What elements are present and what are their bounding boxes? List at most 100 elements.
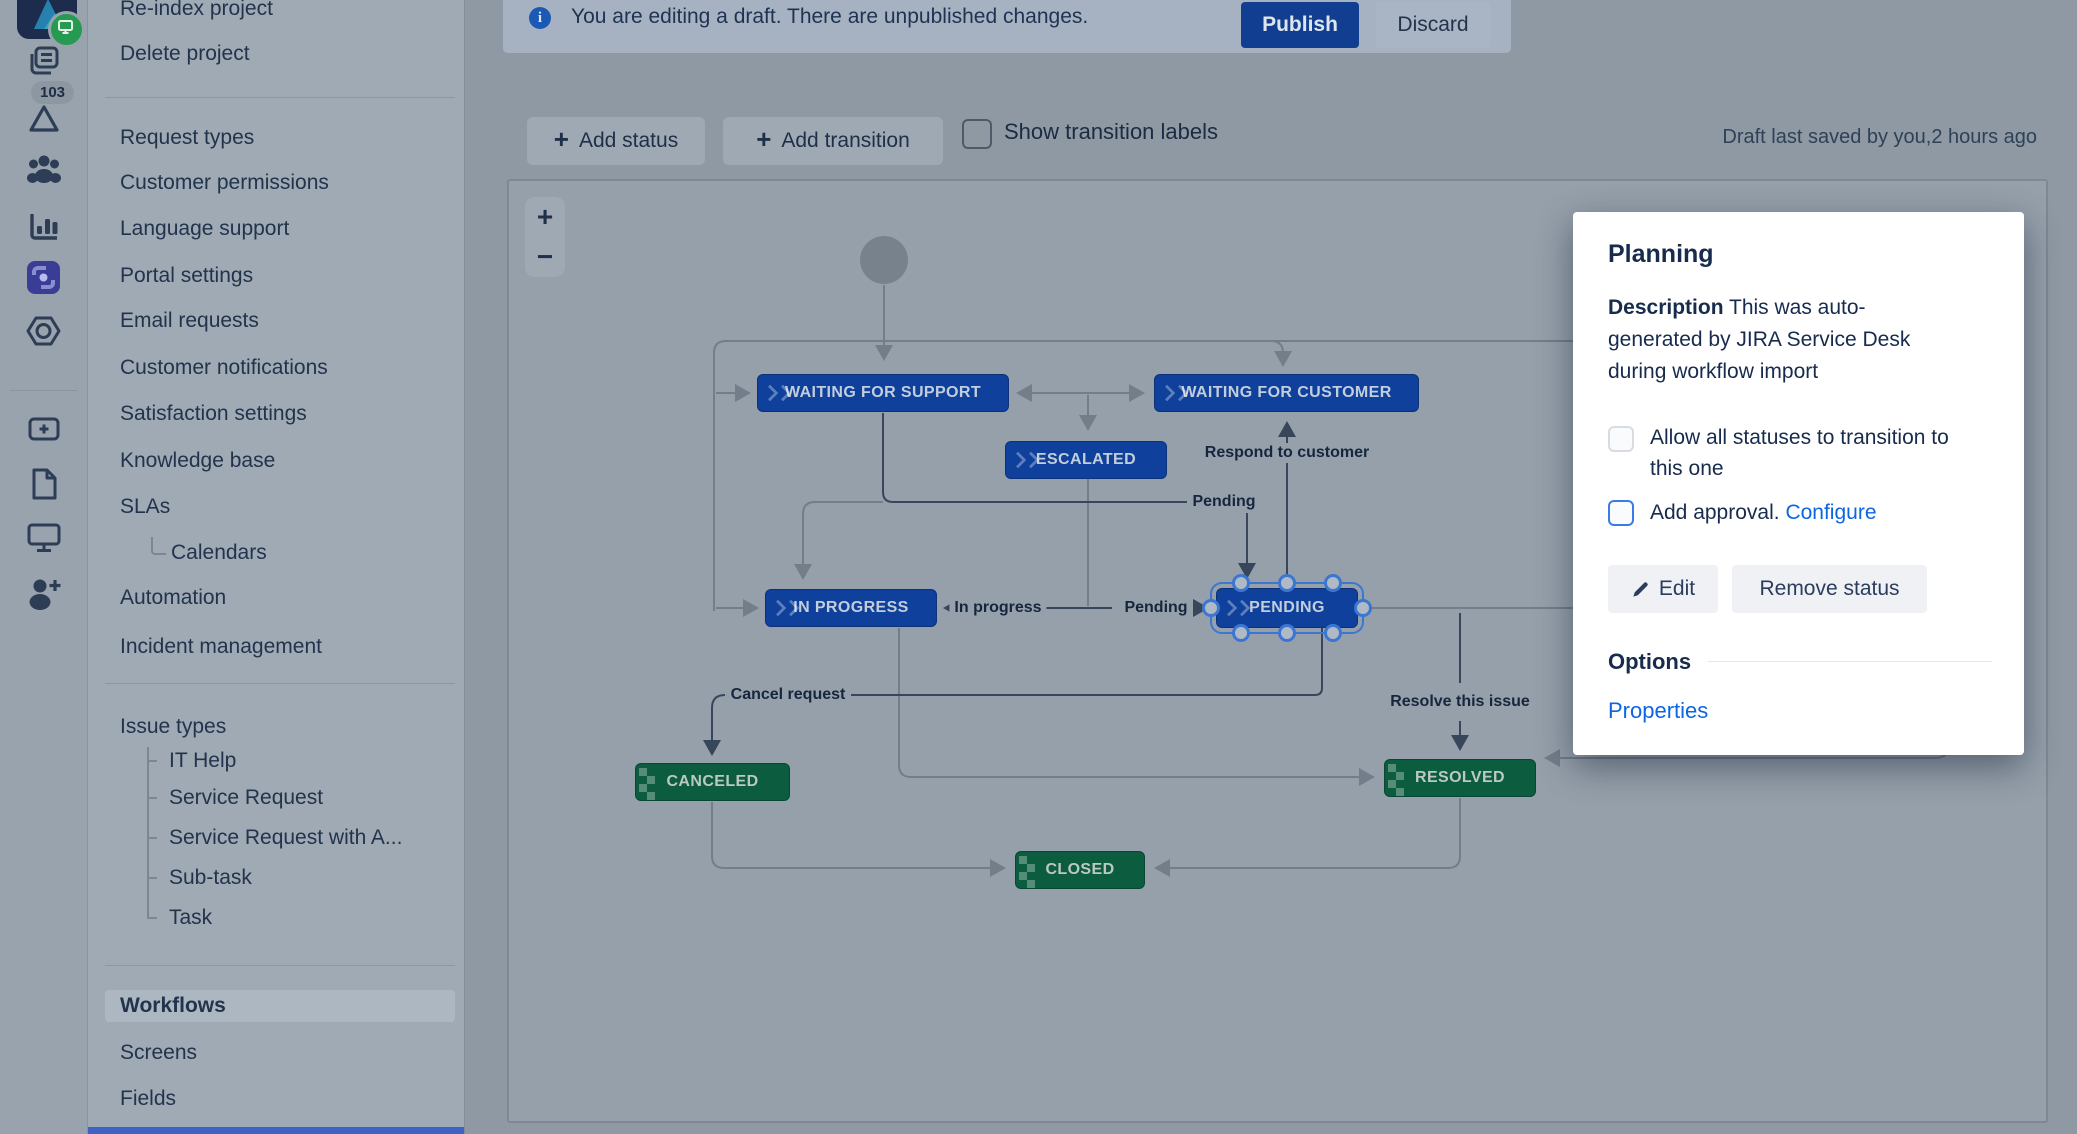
pencil-icon xyxy=(1633,581,1648,597)
status-label: RESOLVED xyxy=(1414,769,1506,786)
sidebar-item-customer-notifications[interactable]: Customer notifications xyxy=(105,352,455,384)
sidebar-item-issue-types[interactable]: Issue types xyxy=(105,711,455,743)
add-status-button[interactable]: + Add status xyxy=(527,117,705,165)
status-label: WAITING FOR SUPPORT xyxy=(784,384,982,401)
discard-button[interactable]: Discard xyxy=(1376,2,1490,48)
sidebar-item-incident-management[interactable]: Incident management xyxy=(105,631,455,663)
allow-all-statuses-checkbox[interactable] xyxy=(1608,426,1634,452)
chevron-decoration xyxy=(769,599,800,617)
draft-banner: i You are editing a draft. There are unp… xyxy=(503,0,1511,53)
sidebar-item-calendars[interactable]: Calendars xyxy=(105,537,455,569)
zoom-controls: + − xyxy=(525,197,565,277)
monitor-icon[interactable] xyxy=(0,521,87,555)
status-label: CANCELED xyxy=(666,773,759,790)
status-label: ESCALATED xyxy=(1035,451,1137,468)
options-heading: Options xyxy=(1608,649,1692,674)
status-in-progress[interactable]: IN PROGRESS xyxy=(765,589,937,627)
sidebar-item-slas[interactable]: SLAs xyxy=(105,491,455,523)
status-label: CLOSED xyxy=(1045,861,1115,878)
alerts-triangle-icon[interactable] xyxy=(0,100,87,138)
sidebar-item-fields[interactable]: Fields xyxy=(105,1083,455,1115)
reports-icon[interactable] xyxy=(0,209,87,243)
sidebar-item-knowledge-base[interactable]: Knowledge base xyxy=(105,445,455,477)
sidebar-item-language-support[interactable]: Language support xyxy=(105,213,455,245)
publish-button[interactable]: Publish xyxy=(1241,2,1359,48)
sidebar-item-task[interactable]: Task xyxy=(105,902,455,934)
resize-handle[interactable] xyxy=(1278,624,1296,642)
transition-label-respond-to-customer: Respond to customer xyxy=(1199,443,1375,463)
status-pending[interactable]: PENDING xyxy=(1202,574,1372,642)
resize-handle[interactable] xyxy=(1324,574,1342,592)
alert-count-badge: 103 xyxy=(31,81,74,104)
sidebar-item-service-request[interactable]: Service Request xyxy=(105,782,455,814)
issue-types-tree-line xyxy=(147,747,149,919)
status-details-panel: Planning Description This was auto-gener… xyxy=(1573,212,2024,755)
resize-handle[interactable] xyxy=(1232,624,1250,642)
add-transition-button[interactable]: + Add transition xyxy=(723,117,943,165)
sidebar-item-request-types[interactable]: Request types xyxy=(105,122,455,154)
rail-divider xyxy=(10,390,77,391)
resize-handle[interactable] xyxy=(1202,599,1220,617)
draft-banner-message: You are editing a draft. There are unpub… xyxy=(571,5,1089,28)
sidebar-item-delete-project[interactable]: Delete project xyxy=(105,38,455,70)
sidebar-item-automation[interactable]: Automation xyxy=(105,582,455,614)
configure-link[interactable]: Configure xyxy=(1785,501,1876,524)
plus-icon: + xyxy=(553,124,569,154)
status-closed[interactable]: CLOSED xyxy=(1015,851,1145,889)
document-icon[interactable] xyxy=(0,467,87,501)
add-approval-checkbox[interactable] xyxy=(1608,500,1634,526)
status-label: IN PROGRESS xyxy=(793,599,909,616)
sidebar-item-portal-settings[interactable]: Portal settings xyxy=(105,260,455,292)
checker-decoration xyxy=(1019,856,1027,864)
transition-label-cancel-request: Cancel request xyxy=(725,685,851,705)
sidebar-item-screens[interactable]: Screens xyxy=(105,1037,455,1069)
sidebar-item-service-request-with-a[interactable]: Service Request with A... xyxy=(105,822,455,854)
resize-handle[interactable] xyxy=(1278,574,1296,592)
sidebar-item-customer-permissions[interactable]: Customer permissions xyxy=(105,167,455,199)
status-label: PENDING xyxy=(1249,599,1325,616)
transition-label-pending: Pending xyxy=(1187,492,1261,512)
properties-link[interactable]: Properties xyxy=(1608,698,1708,724)
status-escalated[interactable]: ESCALATED xyxy=(1005,441,1167,479)
resize-handle[interactable] xyxy=(1354,599,1372,617)
status-waiting-for-customer[interactable]: WAITING FOR CUSTOMER xyxy=(1154,374,1419,412)
sidebar-item-sub-task[interactable]: Sub-task xyxy=(105,862,455,894)
card-add-icon[interactable] xyxy=(0,413,87,445)
remove-status-button[interactable]: Remove status xyxy=(1732,565,1927,613)
sidebar-item-email-requests[interactable]: Email requests xyxy=(105,305,455,337)
edit-status-button[interactable]: Edit xyxy=(1608,565,1718,613)
app-tile-icon[interactable] xyxy=(0,260,87,295)
project-avatar[interactable] xyxy=(17,0,85,48)
workflow-start-node[interactable] xyxy=(860,236,908,284)
checker-decoration xyxy=(1388,764,1396,772)
status-canceled[interactable]: CANCELED xyxy=(635,763,790,801)
transition-label-resolve-this-issue: Resolve this issue xyxy=(1385,692,1535,712)
sidebar-item-satisfaction-settings[interactable]: Satisfaction settings xyxy=(105,398,455,430)
panel-title: Planning xyxy=(1608,240,1714,268)
sidebar-item-workflows[interactable]: Workflows xyxy=(105,990,455,1022)
status-waiting-for-support[interactable]: WAITING FOR SUPPORT xyxy=(757,374,1009,412)
show-transition-labels-label[interactable]: Show transition labels xyxy=(1004,119,1218,145)
project-settings-sidebar: Re-index project Delete project Request ty… xyxy=(88,0,465,1134)
status-resolved[interactable]: RESOLVED xyxy=(1384,759,1536,797)
invite-person-icon[interactable] xyxy=(0,575,87,611)
description-label: Description xyxy=(1608,296,1724,319)
chevron-decoration xyxy=(1158,384,1189,402)
sidebar-item-it-help[interactable]: IT Help xyxy=(105,745,455,777)
resize-handle[interactable] xyxy=(1324,624,1342,642)
zoom-out-button[interactable]: − xyxy=(537,243,553,271)
sidebar-item-re-index-project[interactable]: Re-index project xyxy=(105,0,455,25)
status-label: WAITING FOR CUSTOMER xyxy=(1181,384,1392,401)
zoom-in-button[interactable]: + xyxy=(537,203,553,231)
sidebar-bottom-accent xyxy=(88,1127,464,1134)
queues-icon[interactable] xyxy=(0,44,87,78)
show-transition-labels-checkbox[interactable] xyxy=(962,119,992,149)
sidebar-divider xyxy=(105,683,455,684)
status-description: Description This was auto-generated by J… xyxy=(1608,296,1911,383)
teams-icon[interactable] xyxy=(0,152,87,188)
settings-nut-icon[interactable] xyxy=(0,314,87,348)
info-icon: i xyxy=(529,7,551,29)
resize-handle[interactable] xyxy=(1232,574,1250,592)
transition-label-in-progress: In progress xyxy=(949,598,1047,618)
allow-all-statuses-label[interactable]: Allow all statuses to transition to this… xyxy=(1650,422,1980,484)
